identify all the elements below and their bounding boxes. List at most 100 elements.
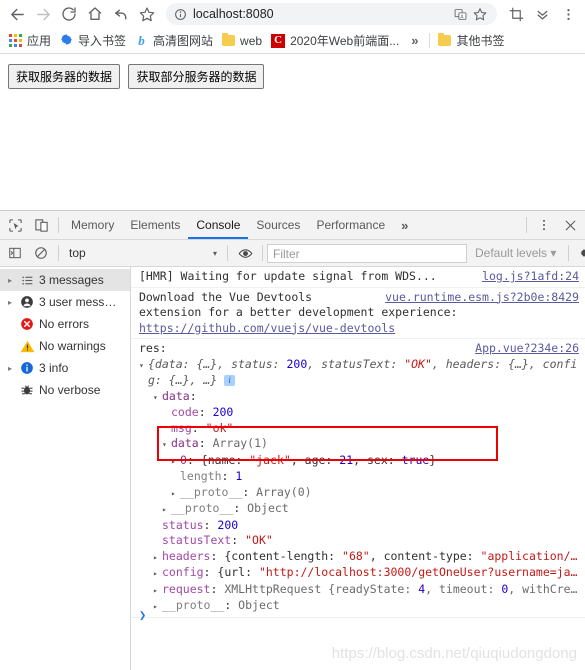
- vue-devtools-link[interactable]: https://github.com/vuejs/vue-devtools: [139, 321, 395, 335]
- object-row-request[interactable]: request: XMLHttpRequest {readyState: 4, …: [139, 582, 581, 599]
- execution-context-select[interactable]: top ▾: [63, 243, 223, 263]
- home-button[interactable]: [82, 1, 108, 27]
- bookmark-star-icon[interactable]: [134, 1, 160, 27]
- omnibox-actions: A: [451, 5, 489, 23]
- console-message-hmr[interactable]: log.js?1afd:24 [HMR] Waiting for update …: [131, 267, 585, 288]
- bookmark-import[interactable]: 导入书签: [57, 30, 132, 51]
- expand-arrow-icon[interactable]: ▸: [5, 298, 15, 307]
- tab-elements[interactable]: Elements: [122, 211, 188, 239]
- sidebar-item-errors[interactable]: ▸ No errors: [0, 313, 130, 335]
- source-link[interactable]: App.vue?234e:26: [475, 341, 579, 355]
- disclosure-triangle-icon[interactable]: [153, 599, 162, 615]
- disclosure-triangle-icon[interactable]: [153, 583, 162, 599]
- chevron-down-icon: ▾: [550, 246, 557, 260]
- object-row[interactable]: __proto__: Object: [139, 501, 581, 518]
- bookmarks-bar: 应用 导入书签 b 高清图网站 web C 2020年Web前端面... » 其…: [0, 28, 585, 54]
- expand-arrow-icon[interactable]: ▸: [5, 364, 15, 373]
- warning-icon: [19, 338, 35, 354]
- tab-performance[interactable]: Performance: [308, 211, 393, 239]
- live-expression-eye-icon[interactable]: [232, 240, 258, 266]
- bookmark-other-bookmarks[interactable]: 其他书签: [435, 30, 510, 51]
- object-row[interactable]: data:: [139, 389, 581, 406]
- tab-memory[interactable]: Memory: [63, 211, 122, 239]
- browser-window: localhost:8080 A 应用 导入书签 b 高清图网站 web C 2…: [0, 0, 585, 670]
- bookmark-apps[interactable]: 应用: [6, 30, 57, 51]
- device-toolbar-icon[interactable]: [28, 212, 54, 238]
- disclosure-triangle-icon[interactable]: [153, 550, 162, 566]
- undo-icon[interactable]: [108, 1, 134, 27]
- disclosure-triangle-icon[interactable]: [171, 486, 180, 502]
- sidebar-item-label: 3 messages: [39, 273, 104, 287]
- disclosure-triangle-icon[interactable]: [153, 390, 162, 406]
- object-row-data-array[interactable]: data: Array(1): [139, 436, 581, 453]
- address-bar[interactable]: localhost:8080 A: [166, 3, 497, 25]
- sidebar-item-warnings[interactable]: ▸ No warnings: [0, 335, 130, 357]
- bookmark-web[interactable]: web: [219, 32, 268, 50]
- bookmark-hd-images[interactable]: b 高清图网站: [132, 30, 219, 51]
- star-icon[interactable]: [471, 5, 489, 23]
- console-message-res-object[interactable]: App.vue?234e:26 res: {data: {…}, status:…: [131, 339, 585, 618]
- sidebar-item-messages[interactable]: ▸ 3 messages: [0, 269, 130, 291]
- fetch-server-data-button[interactable]: 获取服务器的数据: [8, 64, 121, 89]
- object-row-config[interactable]: config: {url: "http://localhost:3000/get…: [139, 565, 581, 582]
- bookmark-label: 其他书签: [456, 34, 505, 48]
- tab-console[interactable]: Console: [188, 211, 249, 239]
- object-literal: XMLHttpRequest {readyState: 4, timeout: …: [224, 581, 578, 596]
- url-text: localhost:8080: [193, 7, 274, 21]
- disclosure-triangle-icon[interactable]: [162, 502, 171, 518]
- object-row-index-0[interactable]: 0: {name: "jack", age: 21, sex: true}: [139, 453, 581, 470]
- console-sidebar: ▸ 3 messages ▸ 3 user mess… ▸: [0, 267, 131, 670]
- devtools-close-icon[interactable]: [557, 212, 583, 238]
- bookmark-web-frontend-2020[interactable]: C 2020年Web前端面...: [268, 30, 405, 51]
- sidebar-item-label: No verbose: [39, 383, 101, 397]
- inspect-element-icon[interactable]: [2, 212, 28, 238]
- devtools-tab-bar: Memory Elements Console Sources Performa…: [0, 211, 585, 240]
- disclosure-triangle-icon[interactable]: [139, 358, 148, 374]
- disclosure-triangle-icon[interactable]: [162, 437, 171, 453]
- log-levels-select[interactable]: Default levels ▾: [467, 246, 564, 260]
- object-row[interactable]: __proto__: Array(0): [139, 485, 581, 502]
- sidebar-item-user-messages[interactable]: ▸ 3 user mess…: [0, 291, 130, 313]
- object-row-headers[interactable]: headers: {content-length: "68", content-…: [139, 549, 581, 566]
- devtools-settings-gear-icon[interactable]: [573, 240, 585, 266]
- disclosure-triangle-icon[interactable]: [153, 566, 162, 582]
- devtools-kebab-menu-icon[interactable]: [531, 212, 557, 238]
- tabs-overflow-button[interactable]: »: [393, 218, 416, 233]
- console-prompt[interactable]: ❯: [139, 608, 146, 622]
- object-literal: {content-length: "68", content-type: "ap…: [224, 548, 578, 563]
- console-filter-input[interactable]: Filter: [267, 243, 467, 263]
- object-summary-line-1[interactable]: {data: {…}, status: 200, statusText: "OK…: [139, 357, 581, 374]
- expand-arrow-icon[interactable]: ▸: [5, 276, 15, 285]
- source-link[interactable]: vue.runtime.esm.js?2b0e:8429: [385, 290, 579, 304]
- disclosure-triangle-icon[interactable]: [171, 454, 180, 470]
- sidebar-item-label: No warnings: [39, 339, 106, 353]
- source-link[interactable]: log.js?1afd:24: [482, 269, 579, 283]
- crop-icon[interactable]: [503, 1, 529, 27]
- translate-icon[interactable]: A: [451, 5, 469, 23]
- chevron-double-down-icon[interactable]: [529, 1, 555, 27]
- message-line-2: extension for a better development exper…: [139, 305, 458, 319]
- sidebar-item-info[interactable]: ▸ 3 info: [0, 357, 130, 379]
- object-row: length: 1: [180, 469, 243, 483]
- error-icon: [19, 316, 35, 332]
- info-icon: [19, 360, 35, 376]
- console-sidebar-toggle-icon[interactable]: [2, 240, 28, 266]
- info-badge-icon[interactable]: i: [224, 375, 236, 386]
- sidebar-item-label: 3 user mess…: [39, 295, 117, 309]
- site-info-icon[interactable]: [174, 8, 187, 21]
- console-message-vue-devtools[interactable]: vue.runtime.esm.js?2b0e:8429 Download th…: [131, 288, 585, 339]
- object-row[interactable]: __proto__: Object: [139, 598, 581, 615]
- browser-menu-icon[interactable]: [555, 1, 581, 27]
- bookmarks-divider: [429, 33, 431, 48]
- forward-button[interactable]: [30, 1, 56, 27]
- fetch-partial-server-data-button[interactable]: 获取部分服务器的数据: [128, 64, 265, 89]
- sidebar-item-verbose[interactable]: ▸ No verbose: [0, 379, 130, 401]
- reload-button[interactable]: [56, 1, 82, 27]
- back-button[interactable]: [4, 1, 30, 27]
- console-output[interactable]: log.js?1afd:24 [HMR] Waiting for update …: [131, 267, 585, 670]
- tab-sources[interactable]: Sources: [248, 211, 308, 239]
- chevron-down-icon: ▾: [212, 248, 217, 258]
- clear-console-icon[interactable]: [28, 240, 54, 266]
- bookmarks-overflow-button[interactable]: »: [405, 33, 424, 48]
- devtools-panel: Memory Elements Console Sources Performa…: [0, 210, 585, 670]
